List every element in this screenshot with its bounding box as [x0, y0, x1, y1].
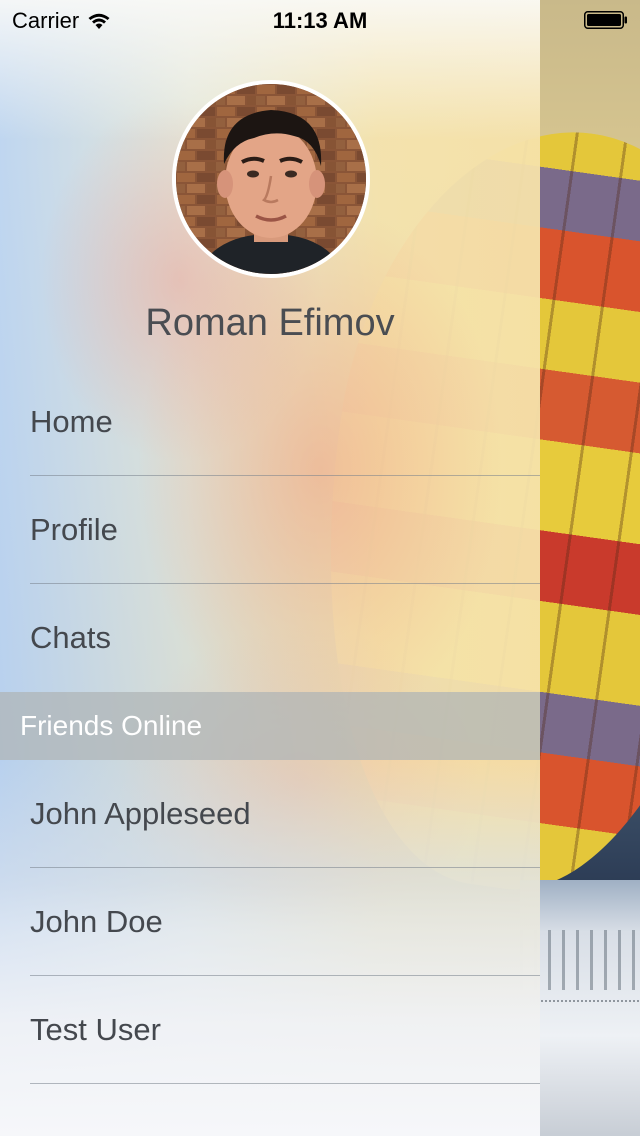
section-header-friends-online: Friends Online: [0, 692, 540, 760]
friend-item-john-doe[interactable]: John Doe: [30, 868, 540, 976]
friend-item-label: John Appleseed: [30, 795, 251, 831]
menu-item-label: Home: [30, 403, 113, 439]
menu-item-profile[interactable]: Profile: [30, 476, 540, 584]
battery-icon: [584, 11, 627, 29]
side-menu-drawer: Roman Efimov Home Profile Chats Friends …: [0, 0, 540, 1136]
friend-item-john-appleseed[interactable]: John Appleseed: [30, 760, 540, 868]
avatar-photo: [176, 84, 366, 274]
menu-item-home[interactable]: Home: [30, 368, 540, 476]
status-time: 11:13 AM: [272, 8, 368, 33]
section-header-label: Friends Online: [20, 710, 203, 741]
menu-item-label: Chats: [30, 620, 111, 655]
status-bar: Carrier 11:13 AM: [0, 0, 640, 40]
menu-item-label: Profile: [30, 511, 118, 547]
friend-item-label: Test User: [30, 1011, 161, 1047]
fence-image: [530, 1000, 640, 1032]
friend-item-test-user[interactable]: Test User: [30, 976, 540, 1084]
menu-item-chats[interactable]: Chats: [30, 584, 540, 692]
avatar[interactable]: [172, 80, 370, 278]
app-screen: Roman Efimov Home Profile Chats Friends …: [0, 0, 640, 1136]
profile-name: Roman Efimov: [145, 302, 395, 344]
friend-item-label: John Doe: [30, 903, 163, 939]
